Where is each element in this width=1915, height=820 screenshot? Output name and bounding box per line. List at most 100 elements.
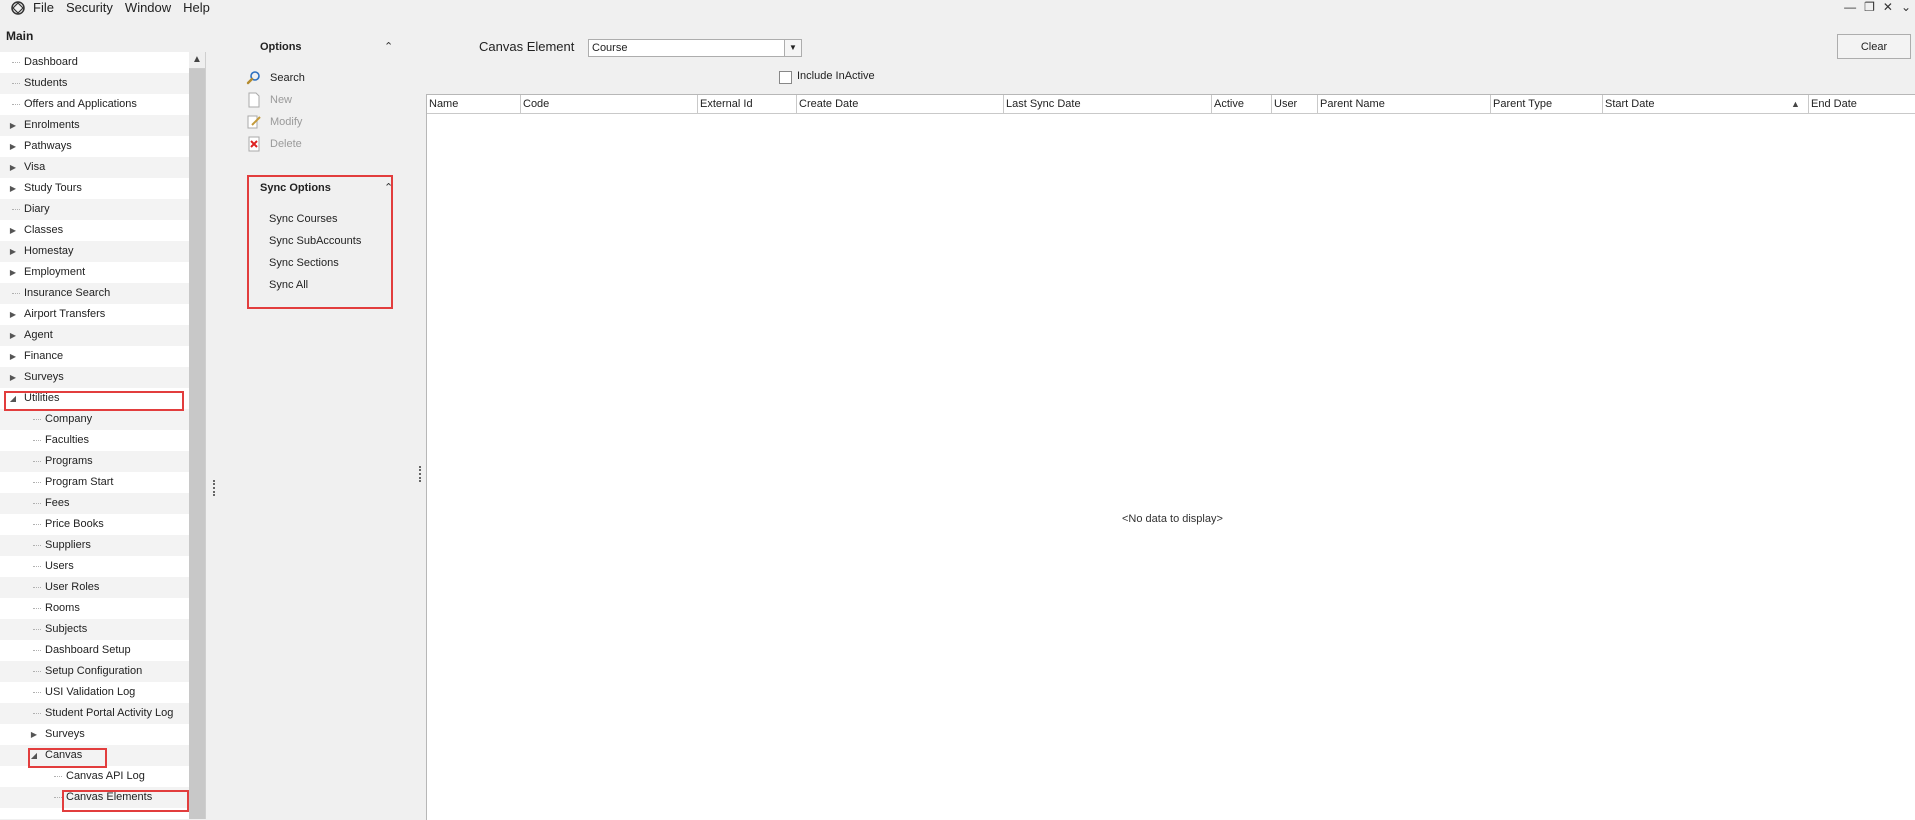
expand-arrow-icon[interactable]: ▶ bbox=[8, 136, 18, 157]
expand-arrow-icon[interactable]: ▶ bbox=[29, 724, 39, 745]
sidebar-item-students[interactable]: Students bbox=[0, 73, 189, 94]
menu-file[interactable]: File bbox=[33, 0, 54, 16]
expand-arrow-icon[interactable]: ▶ bbox=[8, 325, 18, 346]
options-splitter[interactable] bbox=[419, 466, 423, 482]
expand-arrow-icon[interactable]: ▶ bbox=[8, 262, 18, 283]
canvas-element-select[interactable]: Course ▼ bbox=[588, 39, 802, 57]
sidebar-item-employment[interactable]: ▶ Employment bbox=[0, 262, 189, 283]
sidebar-item-canvas-elements[interactable]: Canvas Elements bbox=[0, 787, 189, 808]
collapse-arrow-icon[interactable]: ◢ bbox=[29, 745, 39, 766]
sidebar-item-homestay[interactable]: ▶ Homestay bbox=[0, 241, 189, 262]
clear-button[interactable]: Clear bbox=[1837, 34, 1911, 59]
scroll-up-icon[interactable]: ▲ bbox=[189, 52, 205, 69]
tree-connector bbox=[12, 293, 20, 294]
expand-arrow-icon[interactable]: ▶ bbox=[8, 157, 18, 178]
sidebar-item-visa[interactable]: ▶ Visa bbox=[0, 157, 189, 178]
sidebar-item-label: Offers and Applications bbox=[24, 98, 137, 110]
sidebar-item-price-books[interactable]: Price Books bbox=[0, 514, 189, 535]
column-header-end-date[interactable]: End Date bbox=[1809, 95, 1915, 113]
expand-arrow-icon[interactable]: ▶ bbox=[8, 241, 18, 262]
column-header-code[interactable]: Code bbox=[521, 95, 698, 113]
column-header-name[interactable]: Name bbox=[427, 95, 521, 113]
modify-button[interactable]: Modify bbox=[246, 112, 302, 132]
expand-arrow-icon[interactable]: ▶ bbox=[8, 178, 18, 199]
sidebar-item-program-start[interactable]: Program Start bbox=[0, 472, 189, 493]
sidebar-item-company[interactable]: Company bbox=[0, 409, 189, 430]
sidebar-item-user-roles[interactable]: User Roles bbox=[0, 577, 189, 598]
column-header-parent-type[interactable]: Parent Type bbox=[1491, 95, 1603, 113]
sidebar-item-pathways[interactable]: ▶ Pathways bbox=[0, 136, 189, 157]
menu-help[interactable]: Help bbox=[183, 0, 210, 16]
expand-arrow-icon[interactable]: ▶ bbox=[8, 367, 18, 388]
column-header-start-date[interactable]: Start Date bbox=[1603, 95, 1809, 113]
delete-icon bbox=[248, 136, 260, 152]
tree-scrollbar[interactable] bbox=[189, 52, 205, 819]
sidebar-item-label: Surveys bbox=[24, 371, 64, 383]
sidebar-item-enrolments[interactable]: ▶ Enrolments bbox=[0, 115, 189, 136]
column-header-external-id[interactable]: External Id bbox=[698, 95, 797, 113]
sidebar-item-offers-and-applications[interactable]: Offers and Applications bbox=[0, 94, 189, 115]
minimize-icon[interactable]: — bbox=[1844, 0, 1856, 14]
delete-button[interactable]: Delete bbox=[246, 134, 302, 154]
chevron-down-icon[interactable]: ⌄ bbox=[1901, 0, 1911, 14]
sidebar-item-faculties[interactable]: Faculties bbox=[0, 430, 189, 451]
sidebar-item-student-portal-activity-log[interactable]: Student Portal Activity Log bbox=[0, 703, 189, 724]
column-header-last-sync-date[interactable]: Last Sync Date bbox=[1004, 95, 1212, 113]
chevron-down-icon[interactable]: ▼ bbox=[784, 40, 801, 56]
search-button[interactable]: Search bbox=[246, 68, 305, 88]
sidebar-item-label: Canvas API Log bbox=[66, 770, 145, 782]
sidebar-item-surveys[interactable]: ▶ Surveys bbox=[0, 367, 189, 388]
sidebar-item-rooms[interactable]: Rooms bbox=[0, 598, 189, 619]
sidebar-item-subjects[interactable]: Subjects bbox=[0, 619, 189, 640]
sidebar-item-dashboard-setup[interactable]: Dashboard Setup bbox=[0, 640, 189, 661]
menu-security[interactable]: Security bbox=[66, 0, 113, 16]
sync-courses-button[interactable]: Sync Courses bbox=[269, 213, 337, 225]
column-header-parent-name[interactable]: Parent Name bbox=[1318, 95, 1491, 113]
sidebar-item-airport-transfers[interactable]: ▶ Airport Transfers bbox=[0, 304, 189, 325]
menu-window[interactable]: Window bbox=[125, 0, 171, 16]
sidebar-splitter[interactable] bbox=[213, 480, 217, 496]
sync-subaccounts-button[interactable]: Sync SubAccounts bbox=[269, 235, 361, 247]
sidebar-item-utilities[interactable]: ◢ Utilities bbox=[0, 388, 189, 409]
sidebar-item-canvas[interactable]: ◢ Canvas bbox=[0, 745, 189, 766]
include-inactive-checkbox[interactable] bbox=[779, 71, 792, 84]
sidebar-item-canvas-api-log[interactable]: Canvas API Log bbox=[0, 766, 189, 787]
sync-all-button[interactable]: Sync All bbox=[269, 279, 308, 291]
include-inactive-label: Include InActive bbox=[797, 70, 875, 82]
column-header-active[interactable]: Active bbox=[1212, 95, 1272, 113]
tree-connector bbox=[33, 629, 41, 630]
sidebar-item-classes[interactable]: ▶ Classes bbox=[0, 220, 189, 241]
sidebar-item-fees[interactable]: Fees bbox=[0, 493, 189, 514]
sidebar-item-study-tours[interactable]: ▶ Study Tours bbox=[0, 178, 189, 199]
expand-arrow-icon[interactable]: ▶ bbox=[8, 304, 18, 325]
sync-sections-button[interactable]: Sync Sections bbox=[269, 257, 339, 269]
new-button[interactable]: New bbox=[246, 90, 292, 110]
sidebar-item-usi-validation-log[interactable]: USI Validation Log bbox=[0, 682, 189, 703]
sidebar-item-users[interactable]: Users bbox=[0, 556, 189, 577]
sidebar-item-label: Programs bbox=[45, 455, 93, 467]
collapse-arrow-icon[interactable]: ◢ bbox=[8, 388, 18, 409]
sidebar-item-label: Enrolments bbox=[24, 119, 80, 131]
sidebar-item-insurance-search[interactable]: Insurance Search bbox=[0, 283, 189, 304]
collapse-options-icon[interactable]: ⌃ bbox=[384, 40, 393, 53]
sidebar-item-surveys[interactable]: ▶ Surveys bbox=[0, 724, 189, 745]
sidebar-item-label: Students bbox=[24, 77, 68, 89]
column-header-create-date[interactable]: Create Date bbox=[797, 95, 1004, 113]
collapse-sync-options-icon[interactable]: ⌃ bbox=[384, 181, 393, 194]
sidebar-item-agent[interactable]: ▶ Agent bbox=[0, 325, 189, 346]
data-grid[interactable]: Name Code External Id Create Date Last S… bbox=[426, 94, 1915, 820]
sidebar-item-suppliers[interactable]: Suppliers bbox=[0, 535, 189, 556]
navigation-tree: Dashboard Students Offers and Applications… bbox=[0, 52, 206, 819]
sidebar-item-finance[interactable]: ▶ Finance bbox=[0, 346, 189, 367]
tree-connector bbox=[33, 482, 41, 483]
sidebar-item-programs[interactable]: Programs bbox=[0, 451, 189, 472]
column-header-user[interactable]: User bbox=[1272, 95, 1318, 113]
close-icon[interactable]: ✕ bbox=[1883, 0, 1893, 14]
expand-arrow-icon[interactable]: ▶ bbox=[8, 220, 18, 241]
expand-arrow-icon[interactable]: ▶ bbox=[8, 115, 18, 136]
sidebar-item-setup-configuration[interactable]: Setup Configuration bbox=[0, 661, 189, 682]
sidebar-item-dashboard[interactable]: Dashboard bbox=[0, 52, 189, 73]
sidebar-item-diary[interactable]: Diary bbox=[0, 199, 189, 220]
restore-icon[interactable]: ❐ bbox=[1864, 0, 1875, 14]
expand-arrow-icon[interactable]: ▶ bbox=[8, 346, 18, 367]
